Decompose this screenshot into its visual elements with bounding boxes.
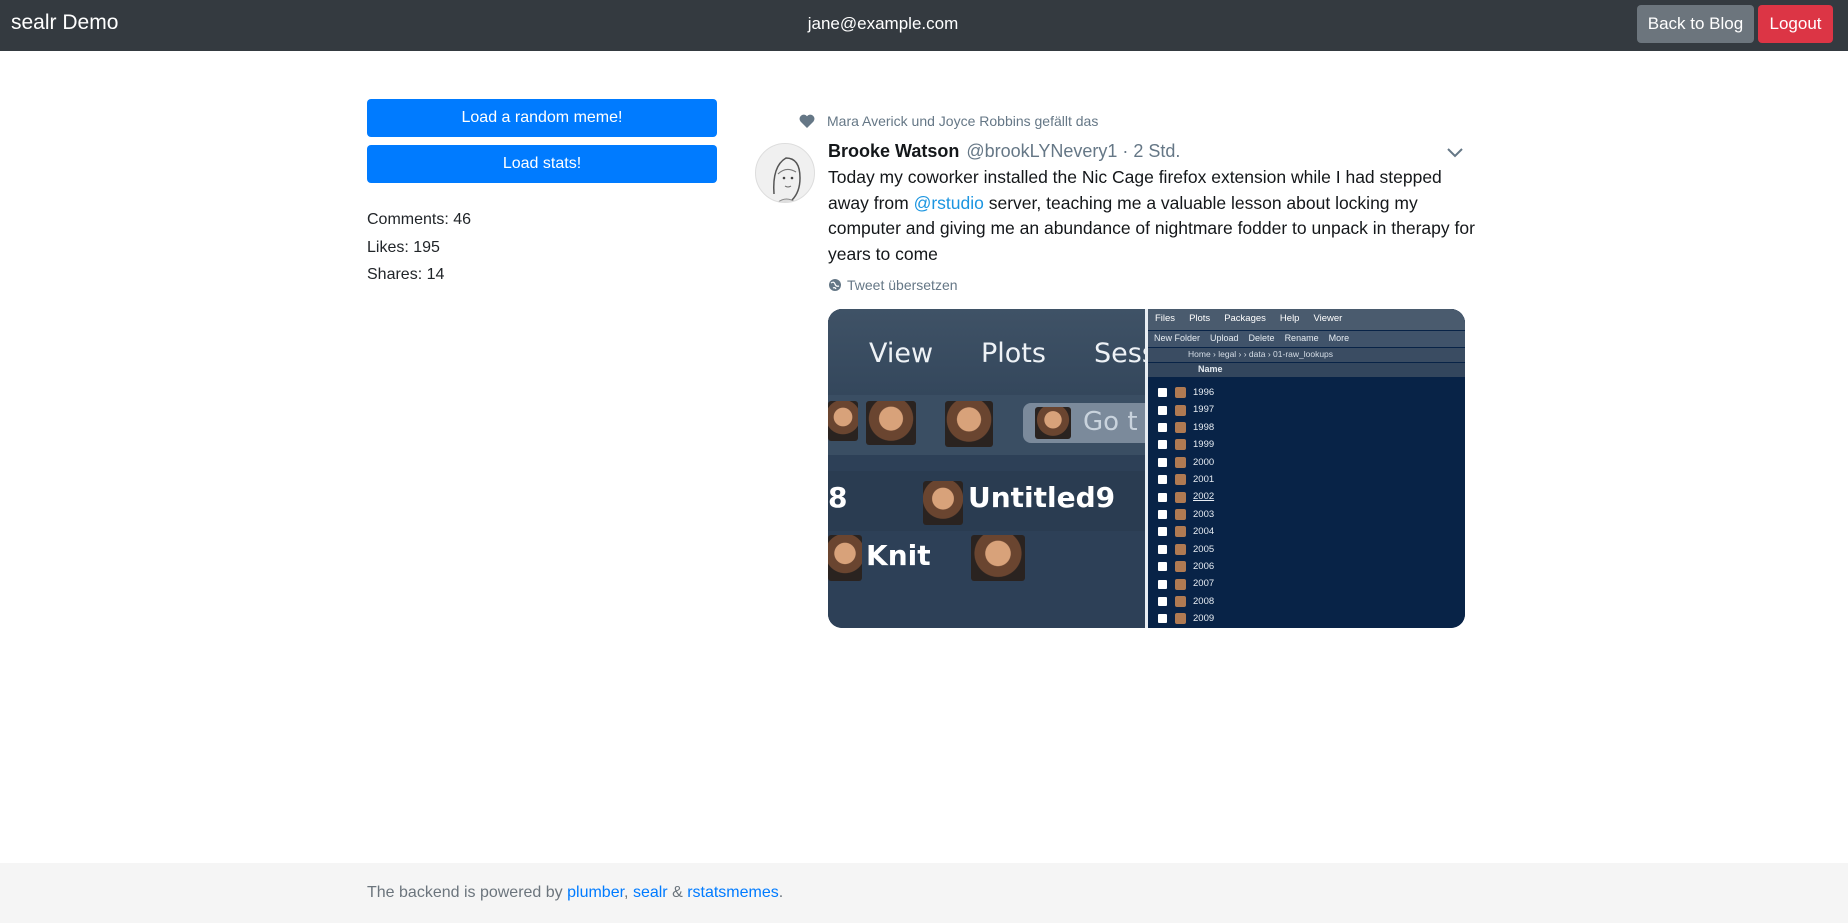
stats-panel: Comments: 46 Likes: 195 Shares: 14	[367, 206, 471, 289]
upload-label: Upload	[1210, 333, 1239, 343]
footer-text: The backend is powered by plumber, sealr…	[367, 884, 783, 902]
list-item: 2001	[1158, 471, 1214, 488]
media-untitled-tab: Untitled9	[968, 481, 1116, 514]
new-folder-label: New Folder	[1154, 333, 1201, 343]
tweet-author-handle[interactable]: @brookLYNevery1 · 2 Std.	[966, 141, 1180, 161]
files-path-breadcrumb: Home › legal › › data › 01-raw_lookups	[1148, 348, 1465, 362]
load-random-meme-button[interactable]: Load a random meme!	[367, 99, 717, 137]
list-item: 1998	[1158, 419, 1214, 436]
list-item: 2009	[1158, 610, 1214, 627]
plots-tab: Plots	[1189, 313, 1211, 324]
list-item: 1996	[1158, 384, 1214, 401]
tweet-mention-link[interactable]: @rstudio	[914, 193, 984, 213]
list-item: 2002	[1158, 488, 1214, 505]
media-tab-plots: Plots	[981, 338, 1046, 369]
face-thumbnail	[923, 481, 963, 525]
face-thumbnail	[866, 401, 916, 445]
avatar-illustration-icon	[756, 144, 814, 202]
page-footer: The backend is powered by plumber, sealr…	[0, 863, 1848, 923]
delete-label: Delete	[1248, 333, 1275, 343]
likes-count: Likes: 195	[367, 238, 440, 256]
comments-count: Comments: 46	[367, 211, 472, 228]
logout-button[interactable]: Logout	[1758, 5, 1833, 43]
tweet-text: Today my coworker installed the Nic Cage…	[828, 165, 1478, 267]
tweet-liked-by: Mara Averick und Joyce Robbins gefällt d…	[799, 113, 1098, 129]
goto-text: Go t	[1083, 407, 1138, 437]
list-item: 2004	[1158, 523, 1214, 540]
media-tab-number: 8	[828, 481, 848, 514]
list-item: 2007	[1158, 575, 1214, 592]
packages-tab: Packages	[1224, 313, 1266, 324]
rstudio-menu-strip: View Plots Sess	[828, 309, 1156, 395]
shares-count: Shares: 14	[367, 266, 445, 283]
face-thumbnail	[1035, 407, 1071, 439]
footer-separator: &	[667, 884, 688, 901]
user-email: jane@example.com	[807, 14, 959, 33]
more-label: More	[1328, 333, 1350, 343]
globe-icon	[829, 279, 841, 291]
tweet-header: Brooke Watson @brookLYNevery1 · 2 Std.	[828, 141, 1180, 162]
load-stats-button[interactable]: Load stats!	[367, 145, 717, 183]
help-tab: Help	[1279, 313, 1300, 324]
face-thumbnail	[945, 401, 993, 447]
list-item: 2006	[1158, 558, 1214, 575]
translate-tweet-link[interactable]: Tweet übersetzen	[828, 277, 958, 293]
plumber-link[interactable]: plumber	[567, 884, 624, 901]
list-item: 2000	[1158, 454, 1214, 471]
chevron-down-icon[interactable]	[1446, 146, 1464, 158]
footer-suffix: .	[778, 884, 784, 901]
files-pane-tabs: Files Plots Packages Help Viewer	[1148, 309, 1465, 330]
footer-prefix: The backend is powered by	[367, 884, 568, 901]
list-item: 1997	[1158, 401, 1214, 418]
list-item: 2005	[1158, 541, 1214, 558]
liked-by-text: Mara Averick und Joyce Robbins gefällt d…	[827, 113, 1099, 129]
top-navbar: sealr Demo jane@example.com Back to Blog…	[0, 0, 1848, 51]
media-left-panel: View Plots Sess Go t 8 Untitled9 Knit	[828, 309, 1156, 628]
translate-label: Tweet übersetzen	[847, 277, 958, 293]
files-name-header: Name	[1148, 363, 1465, 377]
avatar[interactable]	[755, 143, 815, 203]
list-item: 2008	[1158, 593, 1214, 610]
rename-label: Rename	[1284, 333, 1319, 343]
sealr-link[interactable]: sealr	[633, 884, 668, 901]
list-item: 1999	[1158, 436, 1214, 453]
media-tab-view: View	[869, 338, 934, 369]
back-to-blog-button[interactable]: Back to Blog	[1637, 5, 1754, 43]
face-thumbnail	[971, 535, 1025, 581]
files-tab: Files	[1155, 313, 1176, 324]
face-thumbnail	[828, 535, 862, 581]
rstatsmemes-link[interactable]: rstatsmemes	[687, 884, 779, 901]
media-files-pane: Files Plots Packages Help Viewer New Fol…	[1148, 309, 1465, 628]
footer-separator: ,	[624, 884, 633, 901]
face-thumbnail	[828, 401, 858, 441]
media-knit-button: Knit	[866, 539, 931, 572]
list-item: 2003	[1158, 506, 1214, 523]
tweet-media-image[interactable]: View Plots Sess Go t 8 Untitled9 Knit Fi…	[828, 309, 1465, 628]
heart-icon	[799, 114, 815, 128]
goto-field-image: Go t	[1023, 403, 1153, 443]
files-pane-toolbar: New Folder Upload Delete Rename More	[1148, 331, 1465, 347]
files-list: 1996 1997 1998 1999 2000 2001 2002 2003 …	[1158, 384, 1214, 628]
tweet-author-name[interactable]: Brooke Watson	[828, 141, 959, 161]
viewer-tab: Viewer	[1313, 313, 1343, 324]
